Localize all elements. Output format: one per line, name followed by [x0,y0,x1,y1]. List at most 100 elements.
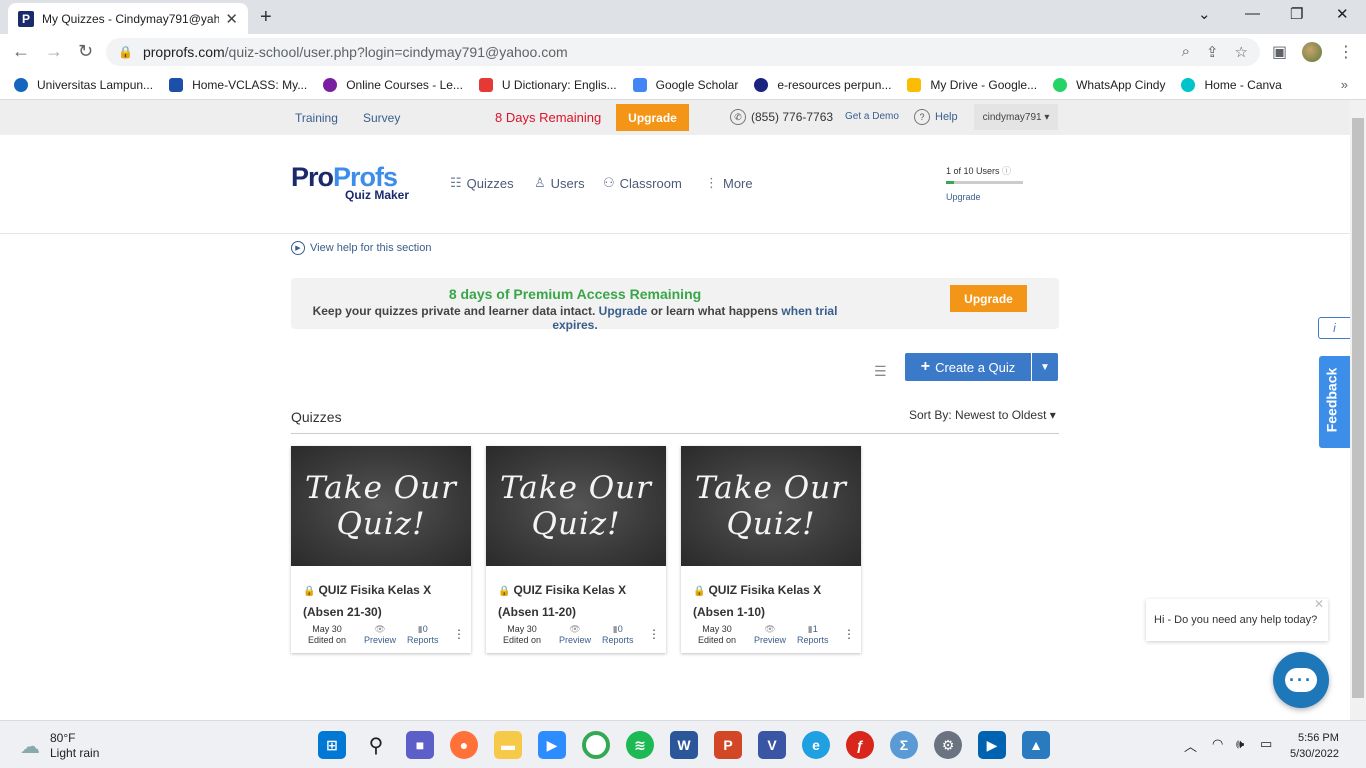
share-icon[interactable]: ⇪ [1206,43,1219,61]
quiz-card[interactable]: Take Our Quiz! 🔒 QUIZ Fisika Kelas X (Abse… [681,446,861,653]
survey-link[interactable]: Survey [363,111,400,125]
minimize-icon[interactable]: — [1245,5,1260,22]
bookmark-e-resources[interactable]: e-resources perpun... [754,77,891,92]
sort-by[interactable]: Sort By: Newest to Oldest ▾ [909,408,1056,422]
word-icon[interactable]: W [670,731,698,759]
banner-upgrade-button[interactable]: Upgrade [950,285,1027,312]
bookmark-canva[interactable]: Home - Canva [1181,77,1282,92]
bookmark-google-scholar[interactable]: Google Scholar [632,77,738,92]
flash-icon[interactable]: ƒ [846,731,874,759]
card-menu-icon[interactable]: ⋮ [843,627,855,641]
preview-link[interactable]: 👁 Preview [754,624,786,646]
card-menu-icon[interactable]: ⋮ [648,627,660,641]
reload-icon[interactable]: ↻ [78,41,93,62]
scrollbar-thumb[interactable] [1352,118,1364,698]
banner-upgrade-link[interactable]: Upgrade [599,304,648,318]
topbar-upgrade-button[interactable]: Upgrade [616,104,689,131]
nav-more[interactable]: ⋮ More [705,175,753,191]
quiz-title[interactable]: 🔒 QUIZ Fisika Kelas X (Absen 21-30) [303,580,467,622]
visio-icon[interactable]: V [758,731,786,759]
nav-quizzes[interactable]: ☷ Quizzes [450,175,514,191]
file-explorer-icon[interactable]: ▬ [494,731,522,759]
powerpoint-icon[interactable]: P [714,731,742,759]
reports-link[interactable]: ▮0 Reports [602,624,634,646]
university-icon [14,77,28,92]
weather-widget[interactable]: ☁ 80°F Light rain [20,731,99,761]
back-icon[interactable]: ← [12,41,30,62]
bookmark-online-courses[interactable]: Online Courses - Le... [323,77,463,92]
url-host: proprofs.com [142,44,225,60]
new-tab-icon[interactable]: + [260,6,272,29]
user-menu[interactable]: cindymay791 ▾ [974,104,1058,130]
create-quiz-dropdown[interactable]: ▼ [1032,353,1058,381]
user-count-upgrade-link[interactable]: Upgrade [946,192,1023,202]
feedback-tab[interactable]: Feedback [1319,356,1350,448]
quiz-card[interactable]: Take Our Quiz! 🔒 QUIZ Fisika Kelas X (Abse… [291,446,471,653]
chat-greeting[interactable]: Hi - Do you need any help today? ✕ [1146,597,1328,641]
lock-icon: 🔒 [303,586,316,597]
bookmark-u-dictionary[interactable]: U Dictionary: Englis... [478,77,617,92]
page-scrollbar[interactable] [1350,100,1366,720]
settings-gear-icon[interactable]: ⚙ [934,731,962,759]
preview-link[interactable]: 👁 Preview [559,624,591,646]
quiz-title[interactable]: 🔒 QUIZ Fisika Kelas X (Absen 11-20) [498,580,662,622]
more-bookmarks-icon[interactable]: » [1341,77,1348,92]
preview-link[interactable]: 👁 Preview [364,624,396,646]
system-clock[interactable]: 5:56 PM 5/30/2022 [1290,730,1339,762]
start-icon[interactable]: ⊞ [318,731,346,759]
wifi-icon[interactable]: ◠ [1212,736,1223,752]
nav-users[interactable]: ♙ Users [534,175,585,191]
bookmark-vclass[interactable]: Home-VCLASS: My... [169,77,307,92]
media-player-icon[interactable]: ▶ [978,731,1006,759]
create-quiz-button[interactable]: + Create a Quiz [905,353,1031,381]
profile-avatar[interactable] [1302,42,1322,62]
training-link[interactable]: Training [295,111,338,125]
side-panel-icon[interactable]: ▣ [1272,42,1287,62]
bookmarks-bar: Universitas Lampun... Home-VCLASS: My...… [0,70,1366,100]
maximize-icon[interactable]: ❐ [1290,5,1303,23]
quiz-card[interactable]: Take Our Quiz! 🔒 QUIZ Fisika Kelas X (Abse… [486,446,666,653]
quiz-thumbnail[interactable]: Take Our Quiz! [681,446,861,566]
volume-icon[interactable]: 🕪 [1236,736,1244,752]
chrome-menu-icon[interactable]: ⋮ [1338,42,1354,62]
battery-icon[interactable]: ▭ [1260,736,1272,752]
view-help-link[interactable]: ▶ View help for this section [291,241,431,255]
close-chat-icon[interactable]: ✕ [1314,597,1324,611]
tab-search-icon[interactable]: ⌄ [1198,5,1211,23]
reports-link[interactable]: ▮1 Reports [797,624,829,646]
edge-icon[interactable]: e [802,731,830,759]
address-bar[interactable]: 🔒 proprofs.com/quiz-school/user.php?logi… [106,38,1260,66]
teams-chat-icon[interactable]: ■ [406,731,434,759]
help-link[interactable]: ? Help [914,109,958,125]
chat-launcher-button[interactable]: ··· [1273,652,1329,708]
close-window-icon[interactable]: ✕ [1336,5,1349,23]
chrome-icon[interactable] [582,731,610,759]
bookmark-star-icon[interactable]: ☆ [1235,43,1248,61]
phone-contact[interactable]: ✆ (855) 776-7763 [730,109,833,125]
zoom-icon[interactable]: ⌕ [1182,43,1190,61]
spotify-icon[interactable]: ≋ [626,731,654,759]
chevron-up-icon[interactable]: ︿ [1184,736,1197,755]
quiz-thumbnail[interactable]: Take Our Quiz! [486,446,666,566]
browser-tab[interactable]: P My Quizzes - Cindymay791@yah ✕ [8,3,248,34]
nav-classroom[interactable]: ⚇ Classroom [603,175,682,191]
quiz-title[interactable]: 🔒 QUIZ Fisika Kelas X (Absen 1-10) [693,580,857,622]
quiz-thumbnail[interactable]: Take Our Quiz! [291,446,471,566]
zoom-app-icon[interactable]: ▶ [538,731,566,759]
photos-icon[interactable]: ▲ [1022,731,1050,759]
firefox-icon[interactable]: ● [450,731,478,759]
list-view-icon[interactable]: ☰ [874,363,887,380]
search-icon[interactable]: ⚲ [362,731,390,759]
reports-link[interactable]: ▮0 Reports [407,624,439,646]
forward-icon[interactable]: → [45,41,63,62]
bookmark-my-drive[interactable]: My Drive - Google... [907,77,1037,92]
bookmark-universitas[interactable]: Universitas Lampun... [14,77,153,92]
help-icon: ? [914,109,930,125]
proprofs-logo[interactable]: ProProfs Quiz Maker [291,162,409,202]
info-tab[interactable]: i [1318,317,1350,339]
get-demo-link[interactable]: Get a Demo [845,111,899,122]
close-tab-icon[interactable]: ✕ [225,10,238,28]
card-menu-icon[interactable]: ⋮ [453,627,465,641]
calculator-icon[interactable]: Σ [890,731,918,759]
bookmark-whatsapp[interactable]: WhatsApp Cindy [1053,77,1165,92]
